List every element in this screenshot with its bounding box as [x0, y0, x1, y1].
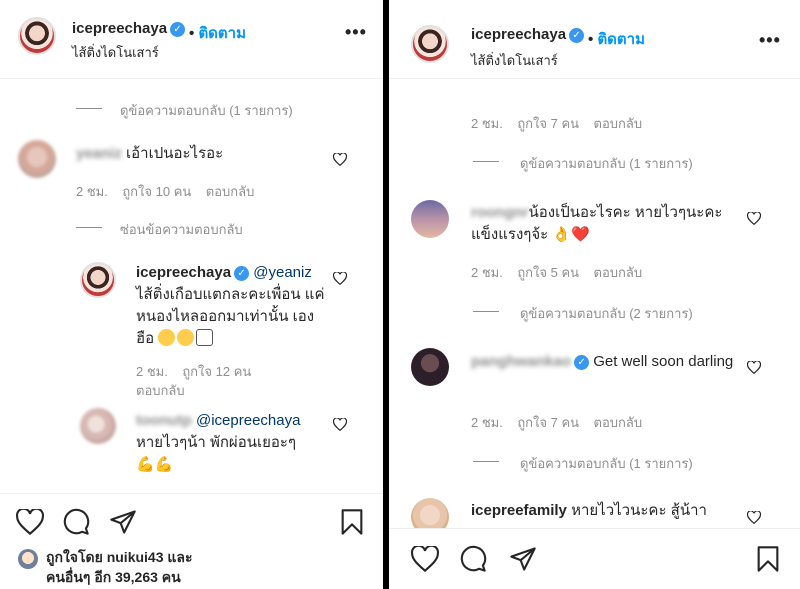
comment-icon[interactable] — [62, 508, 90, 536]
liker-username[interactable]: nuikui43 — [107, 549, 164, 565]
reply-text: icepreechaya ✓ @yeaniz ไส้ติ่งเกือบแตกละค… — [136, 264, 325, 347]
divider — [473, 311, 499, 312]
avatar[interactable] — [18, 140, 56, 178]
emoji-sad — [158, 329, 176, 346]
mention-link[interactable]: @icepreechaya — [196, 412, 300, 429]
follow-button[interactable]: • ติดตาม — [588, 27, 645, 51]
share-icon[interactable] — [509, 545, 537, 573]
follow-button[interactable]: • ติดตาม — [189, 21, 246, 45]
avatar[interactable] — [411, 25, 449, 63]
view-replies-link[interactable]: ดูข้อความตอบกลับ (1 รายการ) — [520, 453, 693, 474]
left-instagram-panel: icepreechaya ✓ • ติดตาม ไส้ติ่งไดโนเสาร์ … — [0, 0, 383, 589]
location-subtitle[interactable]: ไส้ติ่งไดโนเสาร์ — [72, 42, 159, 63]
header-username[interactable]: icepreechaya ✓ — [72, 20, 186, 37]
comment-username[interactable]: yeaniz — [76, 143, 122, 165]
avatar[interactable] — [18, 17, 56, 55]
post-actions — [389, 528, 800, 589]
emoji-grin — [177, 329, 195, 346]
likes-others[interactable]: คนอื่นๆ อีก 39,263 คน — [46, 567, 181, 587]
more-icon[interactable]: ••• — [345, 22, 367, 43]
hide-replies-link[interactable]: ซ่อนข้อความตอบกลับ — [120, 219, 243, 240]
comment-username[interactable]: panghwankao — [471, 351, 571, 373]
avatar[interactable] — [411, 200, 449, 238]
likes-summary: ถูกใจโดย nuikui43 และ — [46, 549, 193, 565]
bookmark-icon[interactable] — [340, 508, 364, 536]
header-username[interactable]: icepreechaya ✓ — [471, 26, 585, 43]
comment-text: roongnrน้องเป็นอะไรคะ หายไวๆนะคะ แข็งแรง… — [471, 202, 723, 243]
emoji-qr — [196, 329, 214, 346]
bookmark-icon[interactable] — [756, 545, 780, 573]
divider — [473, 461, 499, 462]
reply-username[interactable]: toonutp — [136, 410, 192, 432]
comment-meta: 2 ชม. ถูกใจ 7 คน ตอบกลับ — [471, 415, 643, 430]
avatar[interactable] — [411, 348, 449, 386]
emoji-ok-heart: 👌❤️ — [552, 226, 590, 243]
divider — [473, 161, 499, 162]
comment-username[interactable]: roongnr — [471, 202, 529, 224]
reply-text: toonutp @icepreechaya หายไวๆน้า พักผ่อนเ… — [136, 410, 301, 473]
view-replies-link[interactable]: ดูข้อความตอบกลับ (1 รายการ) — [120, 100, 293, 121]
verified-icon: ✓ — [234, 266, 250, 281]
reply-meta: 2 ชม. ถูกใจ 12 คน ตอบกลับ — [136, 364, 252, 398]
verified-icon: ✓ — [170, 22, 186, 37]
reply-button[interactable]: ตอบกลับ — [206, 184, 255, 199]
liker-avatar[interactable] — [18, 549, 38, 569]
heart-icon[interactable] — [411, 546, 439, 572]
comment-meta: 2 ชม. ถูกใจ 10 คน ตอบกลับ — [76, 184, 255, 199]
post-actions: ถูกใจโดย nuikui43 และ คนอื่นๆ อีก 39,263… — [0, 493, 383, 589]
reply-button[interactable]: ตอบกลับ — [594, 415, 643, 430]
view-replies-link[interactable]: ดูข้อความตอบกลับ (2 รายการ) — [520, 303, 693, 324]
post-header: icepreechaya ✓ • ติดตาม ไส้ติ่งไดโนเสาร์ … — [0, 0, 383, 79]
comment-text: panghwankao ✓ Get well soon darling — [471, 351, 741, 373]
comment-icon[interactable] — [459, 545, 487, 573]
avatar[interactable] — [80, 262, 116, 298]
heart-icon[interactable] — [747, 511, 761, 524]
more-icon[interactable]: ••• — [759, 30, 781, 51]
mention-link[interactable]: @yeaniz — [253, 264, 312, 281]
emoji-muscle: 💪💪 — [136, 456, 174, 473]
divider — [76, 227, 102, 228]
reply-button[interactable]: ตอบกลับ — [136, 383, 185, 398]
verified-icon: ✓ — [574, 355, 590, 370]
heart-icon[interactable] — [333, 153, 347, 166]
heart-icon[interactable] — [747, 361, 761, 374]
reply-username[interactable]: icepreechaya — [136, 264, 231, 281]
right-instagram-panel: 2 ชม. ถูกใจ 7 คน ตอบกลับ ดูข้อความตอบกลั… — [389, 0, 800, 589]
comment-username[interactable]: icepreefamily — [471, 502, 567, 519]
heart-icon[interactable] — [747, 212, 761, 225]
share-icon[interactable] — [109, 508, 137, 536]
heart-icon[interactable] — [16, 509, 44, 535]
reply-button[interactable]: ตอบกลับ — [594, 116, 643, 131]
heart-icon[interactable] — [333, 272, 347, 285]
comment-meta: 2 ชม. ถูกใจ 5 คน ตอบกลับ — [471, 265, 643, 280]
divider — [76, 108, 102, 109]
comment-text: icepreefamily หายไวไวนะคะ สู้น้าา — [471, 502, 707, 519]
view-replies-link[interactable]: ดูข้อความตอบกลับ (1 รายการ) — [520, 153, 693, 174]
verified-icon: ✓ — [569, 28, 585, 43]
reply-button[interactable]: ตอบกลับ — [594, 265, 643, 280]
avatar[interactable] — [80, 408, 116, 444]
comment-text: yeaniz เอ้าเปนอะไรอะ — [76, 143, 326, 165]
heart-icon[interactable] — [333, 418, 347, 431]
post-header: icepreechaya ✓ • ติดตาม ไส้ติ่งไดโนเสาร์ … — [389, 0, 800, 79]
comment-meta: 2 ชม. ถูกใจ 7 คน ตอบกลับ — [471, 116, 643, 131]
location-subtitle[interactable]: ไส้ติ่งไดโนเสาร์ — [471, 50, 558, 71]
